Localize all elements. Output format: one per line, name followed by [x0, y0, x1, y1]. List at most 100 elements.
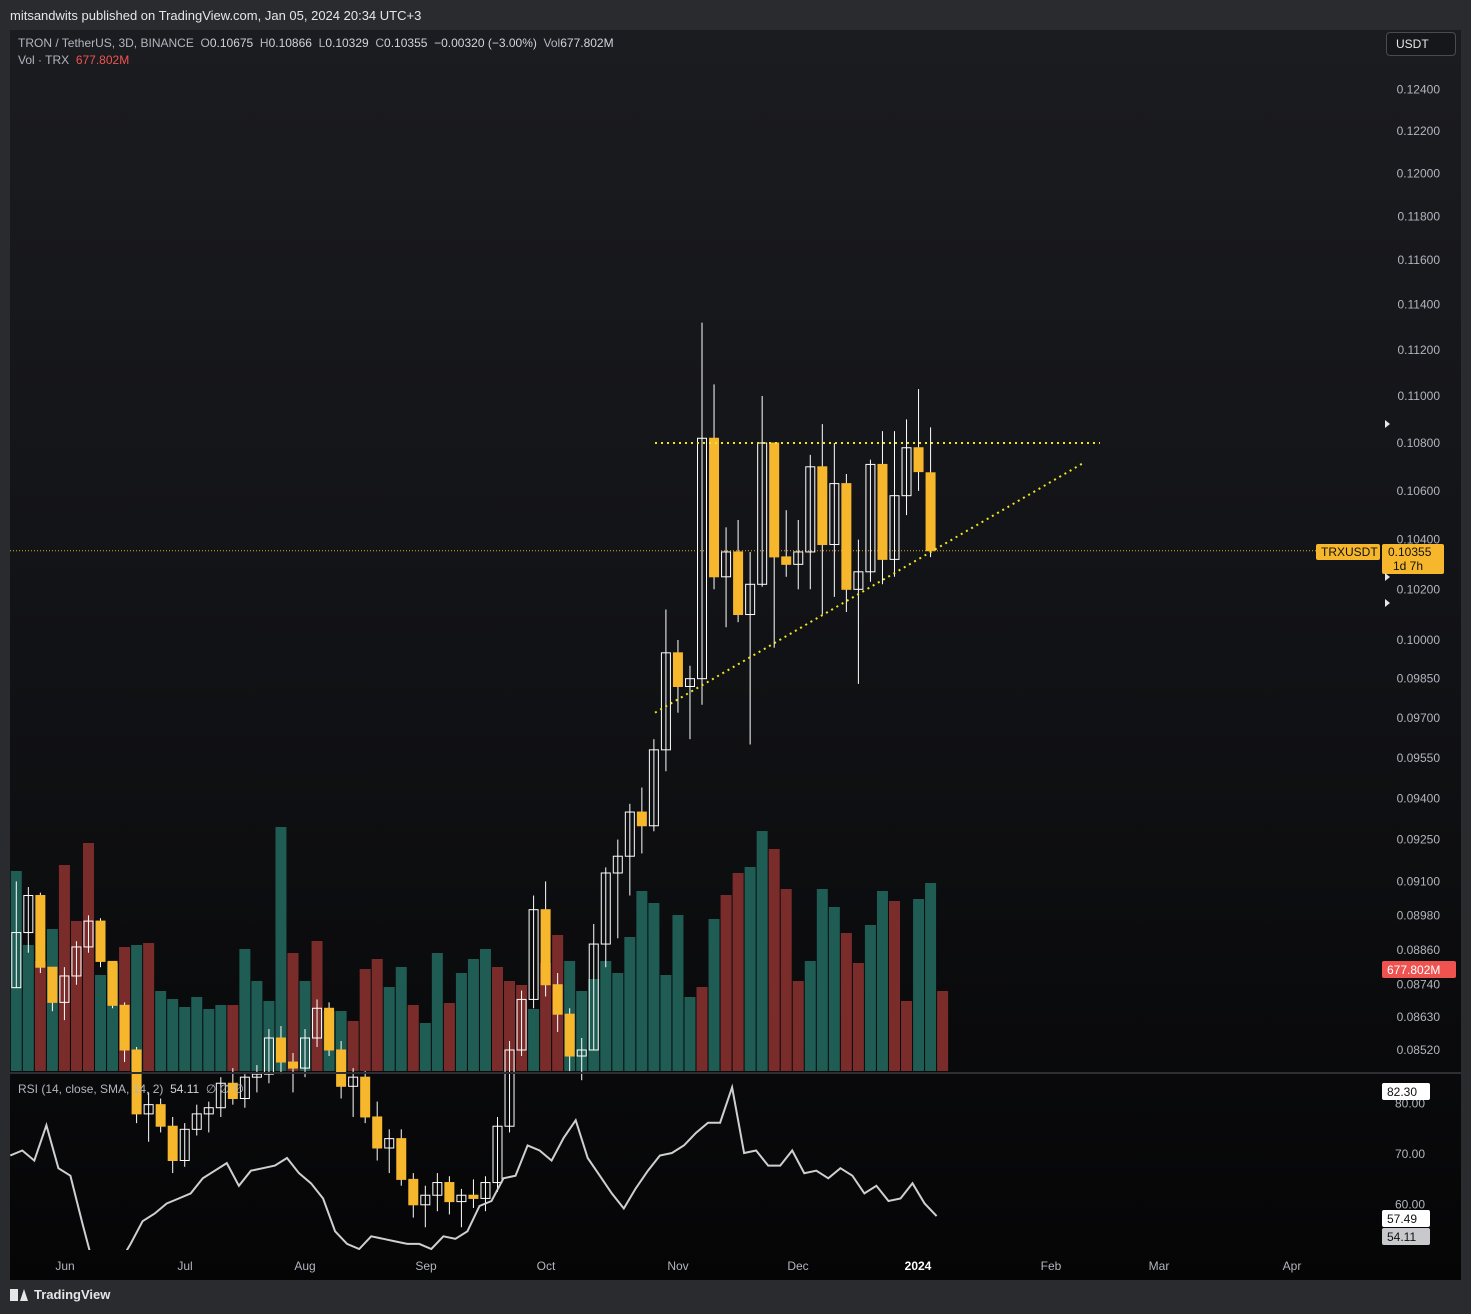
volume-bar — [34, 961, 46, 1071]
rsi-tick-label: 70.00 — [1395, 1147, 1425, 1161]
volume-bar — [696, 987, 708, 1071]
candle — [684, 665, 695, 740]
volume-bar — [828, 907, 840, 1071]
candle — [143, 1092, 154, 1142]
candle — [697, 322, 708, 705]
price-tick-label: 0.08860 — [1397, 943, 1441, 957]
candle-body — [468, 1194, 479, 1199]
volume-bar — [455, 973, 467, 1071]
volume-bar — [816, 889, 828, 1071]
volume-bar — [756, 831, 768, 1071]
candle — [35, 892, 46, 974]
price-tick-label: 0.11600 — [1398, 253, 1441, 267]
candle-body — [709, 437, 720, 578]
volume-bar — [479, 949, 491, 1071]
candle — [660, 609, 671, 772]
price-tick-label: 0.11400 — [1398, 298, 1441, 312]
low-value: 0.10329 — [325, 36, 369, 50]
time-tick-label: Feb — [1041, 1259, 1062, 1273]
candle — [23, 887, 34, 953]
price-tick-label: 0.08630 — [1397, 1010, 1441, 1024]
price-tick-label: 0.08740 — [1397, 978, 1441, 992]
price-tick-label: 0.08520 — [1397, 1043, 1441, 1057]
candle-body — [444, 1182, 455, 1203]
candle — [901, 419, 912, 516]
candle — [155, 1098, 166, 1133]
volume-bar — [672, 915, 684, 1071]
price-tick-label: 0.09400 — [1397, 791, 1441, 805]
volume-bar — [239, 949, 251, 1071]
volume-bar — [203, 1009, 215, 1071]
volume-bar — [492, 967, 503, 1071]
scale-arrow-icon — [1385, 599, 1390, 607]
candle — [191, 1104, 202, 1136]
volume-bar — [227, 1005, 239, 1071]
candle — [348, 1068, 359, 1117]
candle-body — [769, 442, 780, 558]
candle — [636, 787, 647, 854]
candle-body — [817, 466, 828, 546]
candle — [360, 1071, 371, 1124]
symbol-label[interactable]: TRON / TetherUS, 3D, BINANCE — [18, 36, 194, 50]
time-tick-label: Mar — [1149, 1259, 1170, 1273]
volume-bar — [347, 1021, 359, 1071]
rsi-tag-rsi: 54.11 — [1387, 1230, 1416, 1244]
volume-bar — [383, 987, 395, 1071]
volume-bar — [648, 903, 660, 1071]
price-tick-label: 0.09100 — [1397, 874, 1441, 888]
volume-bar — [251, 981, 263, 1071]
volume-bar — [792, 981, 804, 1071]
candle — [805, 454, 816, 590]
volume-bar — [744, 867, 756, 1071]
volume-bar — [901, 1001, 913, 1071]
candle-body — [47, 966, 58, 1003]
volume-bar — [888, 901, 900, 1071]
candle — [925, 427, 936, 558]
time-tick-label: Aug — [294, 1259, 315, 1273]
volume-bar — [600, 961, 612, 1071]
candle-body — [636, 811, 647, 827]
candle — [709, 384, 720, 590]
volume-bar — [612, 973, 624, 1071]
price-tick-label: 0.11000 — [1398, 389, 1441, 403]
rsi-legend-label[interactable]: RSI (14, close, SMA, 14, 2) — [18, 1082, 163, 1096]
time-tick-label: Nov — [667, 1259, 688, 1273]
candle-body — [877, 463, 888, 560]
candle-body — [35, 895, 46, 968]
price-tick-label: 0.08980 — [1397, 908, 1441, 922]
currency-button[interactable]: USDT — [1386, 32, 1456, 56]
candle-body — [107, 960, 118, 1006]
price-tag-symbol: TRXUSDT — [1321, 545, 1378, 559]
price-tag-price: 0.10355 — [1388, 545, 1432, 559]
candle-body — [552, 984, 563, 1015]
volume-legend-label[interactable]: Vol · TRX — [18, 53, 69, 67]
volume-bar — [191, 997, 203, 1071]
volume-value: 677.802M — [560, 36, 614, 50]
volume-legend-value: 677.802M — [75, 53, 130, 67]
trading-chart[interactable]: 0.12400 0.12200 0.12000 0.11800 0.11600 0.114… — [0, 0, 1471, 1314]
volume-legend: Vol · TRX 677.802M — [18, 53, 129, 67]
price-tick-label: 0.12400 — [1397, 82, 1441, 96]
price-tick-label: 0.12200 — [1397, 124, 1441, 138]
volume-bar — [876, 891, 888, 1071]
price-tick-label: 0.10200 — [1397, 582, 1441, 596]
candle — [793, 519, 804, 590]
time-tick-label: Sep — [415, 1259, 437, 1273]
scale-arrow-icon — [1385, 420, 1390, 428]
candle-body — [913, 447, 924, 473]
candle-body — [275, 1037, 286, 1063]
candle — [384, 1129, 395, 1174]
candle-body — [841, 483, 852, 590]
candle — [600, 867, 611, 968]
volume-bar — [82, 843, 94, 1071]
candle — [624, 803, 635, 896]
candle-body — [324, 1007, 335, 1051]
scale-arrow-icon — [1385, 573, 1390, 581]
volume-bar — [913, 899, 925, 1071]
candle-body — [672, 652, 683, 687]
footer-brand[interactable]: TradingView — [10, 1287, 110, 1302]
price-tag-countdown: 1d 7h — [1393, 559, 1423, 573]
candle — [456, 1188, 467, 1228]
close-value: 0.10355 — [384, 36, 428, 50]
volume-tag: 677.802M — [1387, 963, 1440, 977]
